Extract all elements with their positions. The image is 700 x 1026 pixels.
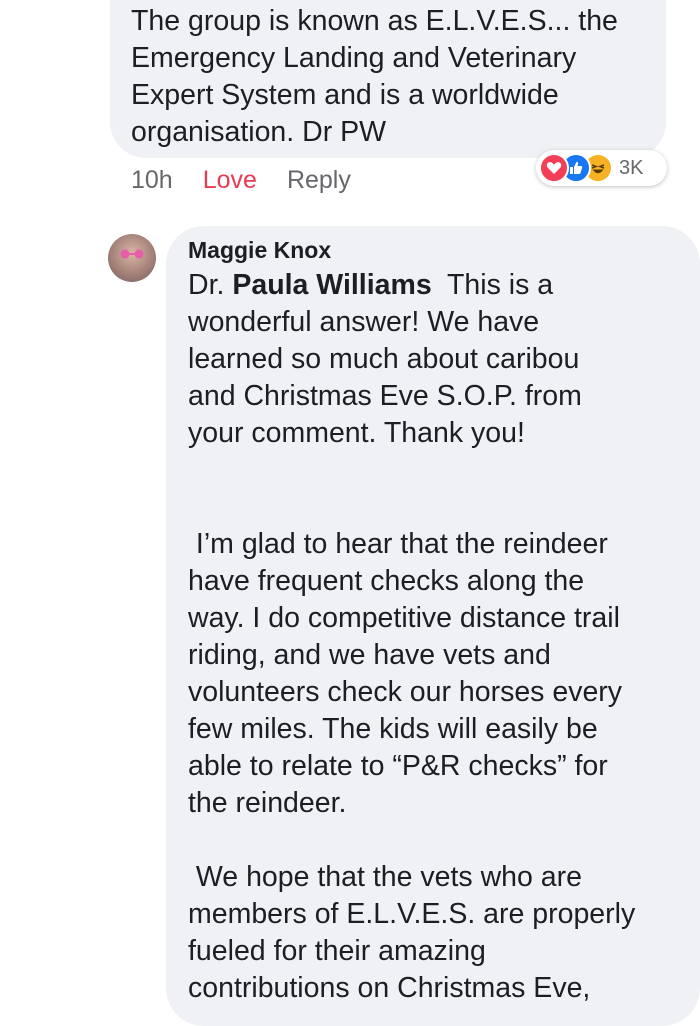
- reply-line: your comment. Thank you!: [188, 417, 525, 449]
- heart-icon: [539, 153, 569, 183]
- reply-paragraph: We hope that the vets who are members of …: [188, 859, 668, 1007]
- comment-line: The group is known as E.L.V.E.S... the: [131, 5, 618, 37]
- reply-line: wonderful answer! We have: [188, 306, 540, 338]
- timestamp[interactable]: 10h: [131, 166, 173, 195]
- reply-line: learned so much about caribou: [188, 343, 580, 375]
- mention-prefix: Dr.: [188, 269, 233, 301]
- reply-line: volunteers check our horses every: [188, 676, 623, 708]
- reply-line: contributions on Christmas Eve,: [188, 972, 591, 1004]
- reply-line: We hope that the vets who are: [188, 861, 582, 893]
- reply-line: and Christmas Eve S.O.P. from: [188, 380, 582, 412]
- author-name[interactable]: Maggie Knox: [188, 237, 331, 264]
- reply-line: few miles. The kids will easily be: [188, 713, 598, 745]
- comment-line: Expert System and is a worldwide: [131, 79, 559, 111]
- reply-line: fueled for their amazing: [188, 935, 486, 967]
- reply-line: the reindeer.: [188, 787, 347, 819]
- reply-paragraph: I’m glad to hear that the reindeer have f…: [188, 489, 668, 822]
- comment-text: The group is known as E.L.V.E.S... the E…: [131, 3, 651, 151]
- reply-line: I’m glad to hear that the reindeer: [188, 528, 608, 560]
- reply-button[interactable]: Reply: [287, 166, 351, 195]
- comment-line: Emergency Landing and Veterinary: [131, 42, 577, 74]
- reply-line: riding, and we have vets and: [188, 639, 551, 671]
- reply-line: This is a: [431, 269, 554, 301]
- reply-paragraph: Dr. Paula Williams This is a wonderful a…: [188, 267, 668, 452]
- reaction-count: 3K: [619, 156, 644, 179]
- reply-line: able to relate to “P&R checks” for: [188, 750, 608, 782]
- avatar[interactable]: [108, 234, 156, 282]
- comment-line: organisation. Dr PW: [131, 116, 387, 148]
- reply-text: Dr. Paula Williams This is a wonderful a…: [188, 267, 668, 1007]
- love-button[interactable]: Love: [203, 166, 257, 195]
- reply-line: way. I do competitive distance trail: [188, 602, 620, 634]
- comment-actions: 10h Love Reply: [131, 164, 381, 196]
- reply-line: members of E.L.V.E.S. are properly: [188, 898, 636, 930]
- reactions-summary[interactable]: 3K: [536, 150, 667, 186]
- glasses-icon: [120, 249, 144, 259]
- mention-link[interactable]: Paula Williams: [232, 269, 431, 301]
- reply-line: have frequent checks along the: [188, 565, 585, 597]
